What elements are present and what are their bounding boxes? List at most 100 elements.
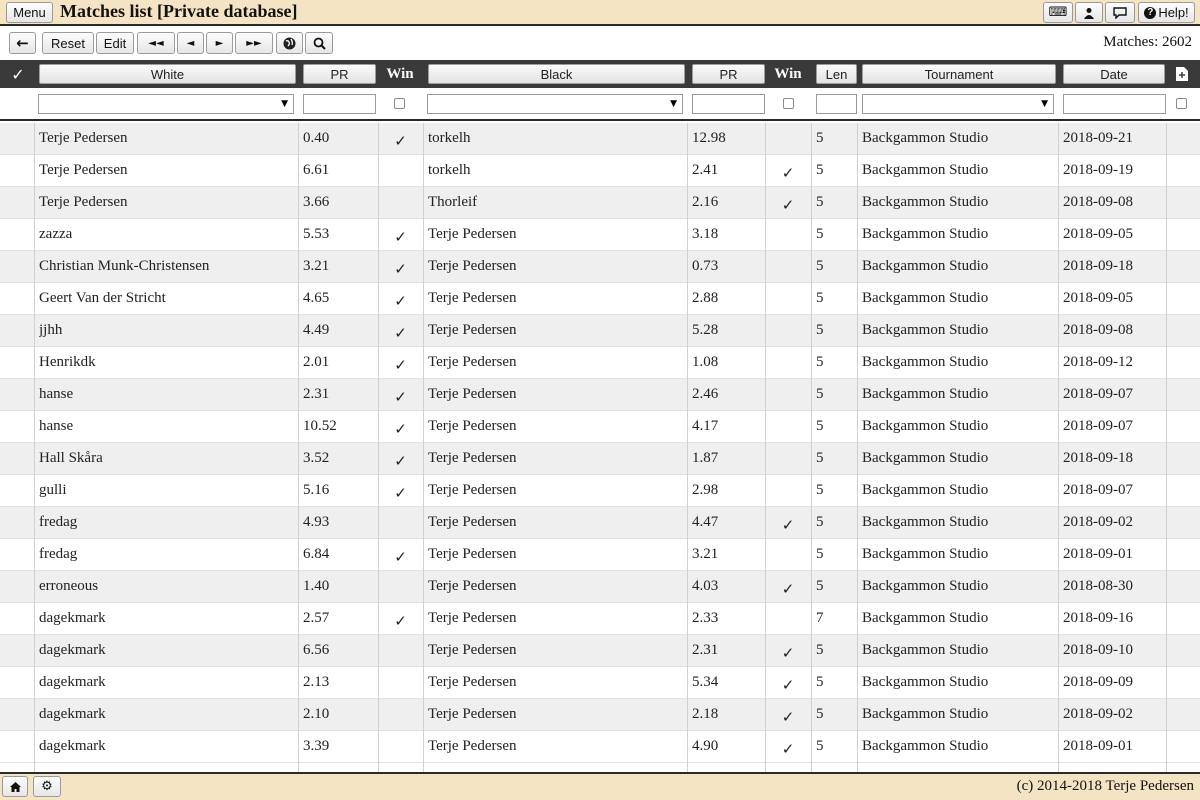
reset-button[interactable]: Reset xyxy=(42,32,94,54)
win-black-filter-checkbox[interactable] xyxy=(783,98,794,109)
help-button[interactable]: ? Help! xyxy=(1138,2,1195,23)
first-page-icon[interactable]: ◄◄ xyxy=(137,32,175,54)
table-row[interactable]: fredag 6.84 ✓ Terje Pedersen 3.21 5 Backgammon… xyxy=(0,539,1200,571)
cell-date: 2018-09-09 xyxy=(1063,674,1133,690)
column-pr-black[interactable]: PR xyxy=(692,64,765,84)
cell-white: hanse xyxy=(39,418,74,434)
column-divider xyxy=(811,123,812,772)
menu-button[interactable]: Menu xyxy=(6,2,53,23)
table-row[interactable]: fredag 4.93 Terje Pedersen 4.47 ✓ 5 Backgammon… xyxy=(0,507,1200,539)
table-row[interactable]: Geert Van der Stricht 4.65 ✓ Terje Pedersen… xyxy=(0,283,1200,315)
table-row[interactable]: dagekmark 2.10 Terje Pedersen 2.18 ✓ 5 Backgam… xyxy=(0,699,1200,731)
cell-tournament: Backgammon Studio xyxy=(862,738,989,754)
date-filter-input[interactable] xyxy=(1063,94,1166,114)
tournament-filter-select[interactable]: ▼ xyxy=(862,94,1054,114)
table-row[interactable]: Hall Skåra 3.52 ✓ Terje Pedersen 1.87 5 Backga… xyxy=(0,443,1200,475)
cell-win-black-check-icon: ✓ xyxy=(781,644,795,662)
cell-white: erroneous xyxy=(39,578,99,594)
table-row[interactable]: Christian Munk-Christensen 3.21 ✓ Terje Ped… xyxy=(0,251,1200,283)
last-page-icon[interactable]: ►► xyxy=(235,32,273,54)
cell-pr-white: 2.01 xyxy=(303,354,330,370)
win-white-filter-checkbox[interactable] xyxy=(394,98,405,109)
cell-pr-black: 0.73 xyxy=(692,258,719,274)
cell-pr-white: 3.66 xyxy=(303,194,330,210)
pr-black-filter-input[interactable] xyxy=(692,94,765,114)
cell-pr-white: 3.21 xyxy=(303,258,330,274)
keyboard-icon[interactable]: ⌨ xyxy=(1043,2,1073,23)
cell-pr-white: 1.40 xyxy=(303,578,330,594)
white-filter-select[interactable]: ▼ xyxy=(38,94,294,114)
cell-pr-black: 3.21 xyxy=(692,546,719,562)
cell-pr-black: 2.88 xyxy=(692,290,719,306)
user-icon[interactable] xyxy=(1075,2,1103,23)
cell-white: gulli xyxy=(39,482,67,498)
cell-date: 2018-09-05 xyxy=(1063,290,1133,306)
table-row[interactable]: hanse 2.31 ✓ Terje Pedersen 2.46 5 Backgammon … xyxy=(0,379,1200,411)
cell-black: Terje Pedersen xyxy=(428,642,517,658)
settings-icon[interactable]: ⚙ xyxy=(33,776,61,797)
cell-black: Terje Pedersen xyxy=(428,386,517,402)
column-divider xyxy=(1166,123,1167,772)
prev-page-icon[interactable]: ◄ xyxy=(177,32,204,54)
cell-len: 5 xyxy=(816,578,824,594)
cell-win-black-check-icon: ✓ xyxy=(781,676,795,694)
cell-pr-black: 5.34 xyxy=(692,674,719,690)
cell-win-white xyxy=(378,507,423,539)
table-row[interactable]: Terje Pedersen 0.40 ✓ torkelh 12.98 5 Backgamm… xyxy=(0,123,1200,155)
chat-icon[interactable] xyxy=(1105,2,1135,23)
table-row[interactable]: erroneous 1.40 Terje Pedersen 4.03 ✓ 5 Backgam… xyxy=(0,571,1200,603)
back-icon[interactable]: ← xyxy=(9,32,36,54)
home-glyph xyxy=(9,781,21,792)
help-icon: ? xyxy=(1144,6,1157,19)
globe-icon[interactable] xyxy=(276,32,303,54)
cell-len: 5 xyxy=(816,514,824,530)
cell-white: dagekmark xyxy=(39,642,106,658)
help-label: Help! xyxy=(1158,5,1189,20)
next-page-icon[interactable]: ► xyxy=(206,32,233,54)
table-row[interactable]: Terje Pedersen 6.61 torkelh 2.41 ✓ 5 Backgammo… xyxy=(0,155,1200,187)
table-row[interactable]: dagekmark 2.13 Terje Pedersen 5.34 ✓ 5 Backgam… xyxy=(0,667,1200,699)
column-pr-white[interactable]: PR xyxy=(303,64,376,84)
column-black[interactable]: Black xyxy=(428,64,685,84)
cell-pr-white: 6.61 xyxy=(303,162,330,178)
column-win-white[interactable]: Win xyxy=(380,64,420,84)
table-row[interactable]: Henrikdk 2.01 ✓ Terje Pedersen 1.08 5 Backgamm… xyxy=(0,347,1200,379)
cell-white: dagekmark xyxy=(39,706,106,722)
column-divider xyxy=(687,123,688,772)
cell-tournament: Backgammon Studio xyxy=(862,578,989,594)
cell-white: zazza xyxy=(39,226,73,242)
cell-win-white-check-icon: ✓ xyxy=(394,452,407,470)
cell-black: Terje Pedersen xyxy=(428,706,517,722)
select-all-icon[interactable]: ✓ xyxy=(2,64,34,84)
column-date[interactable]: Date xyxy=(1063,64,1165,84)
cell-win-white xyxy=(378,699,423,731)
column-tournament[interactable]: Tournament xyxy=(862,64,1056,84)
edit-button[interactable]: Edit xyxy=(96,32,134,54)
cell-pr-white: 2.31 xyxy=(303,386,330,402)
column-win-black[interactable]: Win xyxy=(768,64,808,84)
table-row[interactable]: Terje Pedersen 3.66 Thorleif 2.16 ✓ 5 Backgamm… xyxy=(0,187,1200,219)
len-filter-input[interactable] xyxy=(816,94,857,114)
table-row[interactable]: dagekmark 6.56 Terje Pedersen 2.31 ✓ 5 Backgam… xyxy=(0,635,1200,667)
black-filter-select[interactable]: ▼ xyxy=(427,94,683,114)
table-row[interactable]: jjhh 4.49 ✓ Terje Pedersen 5.28 5 Backgammon S… xyxy=(0,315,1200,347)
table-row[interactable]: zazza 5.53 ✓ Terje Pedersen 3.18 5 Backgammon … xyxy=(0,219,1200,251)
export-filter-checkbox[interactable] xyxy=(1176,98,1187,109)
table-row[interactable]: gulli 5.16 ✓ Terje Pedersen 2.98 5 Backgammon … xyxy=(0,475,1200,507)
cell-white: Terje Pedersen xyxy=(39,130,128,146)
cell-pr-white: 5.16 xyxy=(303,482,330,498)
search-icon[interactable] xyxy=(305,32,333,54)
cell-win-black-check-icon: ✓ xyxy=(781,740,795,758)
cell-black: Terje Pedersen xyxy=(428,258,517,274)
table-row[interactable]: dagekmark 3.39 Terje Pedersen 4.90 ✓ 5 Backgam… xyxy=(0,731,1200,763)
column-len[interactable]: Len xyxy=(816,64,857,84)
table-row[interactable]: hanse 10.52 ✓ Terje Pedersen 4.17 5 Backgammon… xyxy=(0,411,1200,443)
cell-win-black-check-icon: ✓ xyxy=(781,708,795,726)
cell-white: Terje Pedersen xyxy=(39,194,128,210)
cell-white: hanse xyxy=(39,386,74,402)
table-row[interactable]: dagekmark 2.57 ✓ Terje Pedersen 2.33 7 Backgam… xyxy=(0,603,1200,635)
pr-white-filter-input[interactable] xyxy=(303,94,376,114)
column-white[interactable]: White xyxy=(39,64,296,84)
export-icon[interactable] xyxy=(1170,64,1194,84)
home-icon[interactable] xyxy=(2,776,28,797)
